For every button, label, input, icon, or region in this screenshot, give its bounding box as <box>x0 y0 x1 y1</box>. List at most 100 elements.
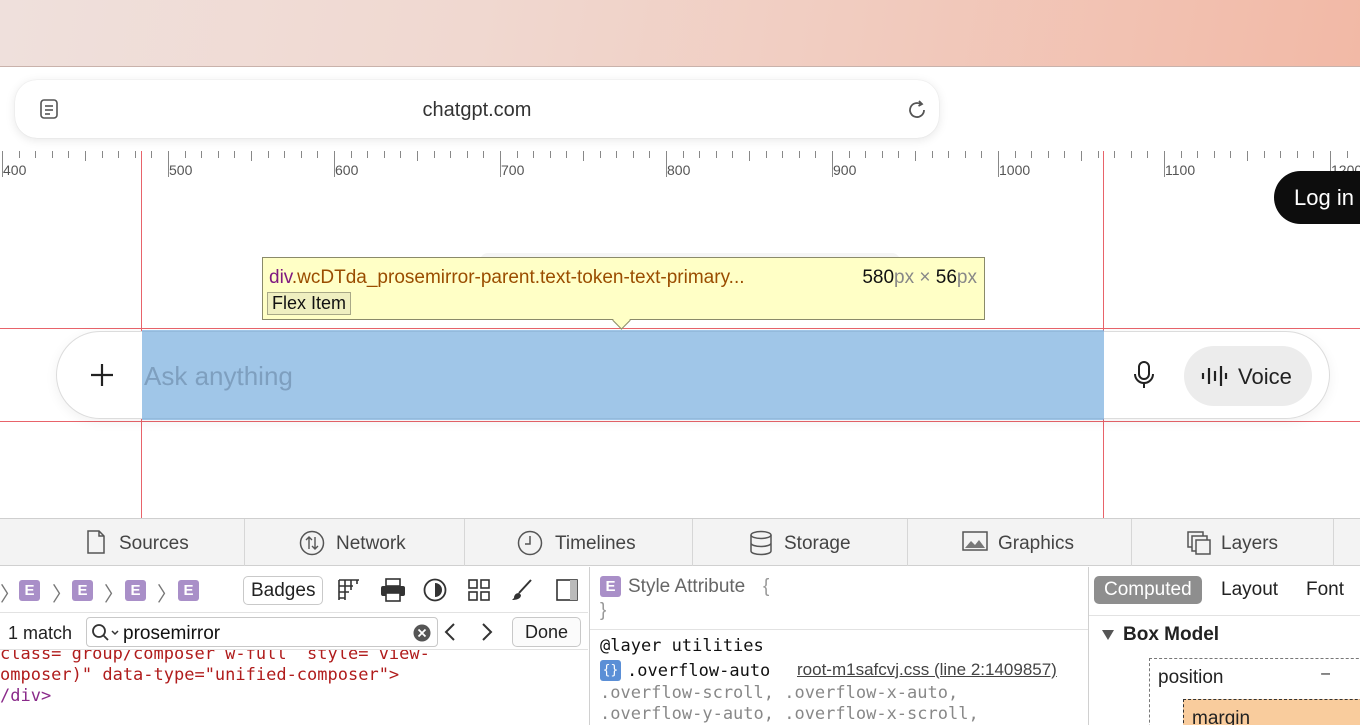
dom-tree[interactable]: class= group/composer w-full style= view… <box>0 650 588 725</box>
dom-search-bar: 1 match prosemirror Done <box>0 614 588 650</box>
clock-icon <box>517 530 543 556</box>
image-icon <box>962 531 988 551</box>
search-input[interactable]: prosemirror <box>86 617 438 647</box>
ruler-tick <box>517 151 518 158</box>
element-badge[interactable]: E <box>125 580 146 601</box>
ruler-tick <box>301 151 302 158</box>
computed-sidebar: Computed Layout Font Box Model position … <box>1088 567 1360 725</box>
sidebar-toggle-icon[interactable] <box>555 578 579 602</box>
ruler-tick <box>185 151 186 158</box>
grid-layout-icon[interactable] <box>337 578 361 602</box>
style-attribute-label: Style Attribute <box>628 576 746 597</box>
brush-icon[interactable] <box>510 578 534 602</box>
ruler-tick <box>649 151 650 158</box>
ruler-tick <box>151 151 152 158</box>
badges-button[interactable]: Badges <box>243 576 324 605</box>
breadcrumb-separator: 〉 <box>157 584 177 606</box>
element-badge[interactable]: E <box>19 580 40 601</box>
ruler-tick <box>483 151 484 158</box>
tab-layers[interactable]: Layers <box>1132 519 1334 566</box>
microphone-icon[interactable] <box>1132 359 1156 391</box>
element-badge[interactable]: E <box>72 580 93 601</box>
rule-origin-icon: {} <box>600 660 621 681</box>
ruler-tick <box>384 151 385 158</box>
horizontal-ruler: 400 500 600 700 800 900 1000 1100 1200 <box>0 151 1360 179</box>
print-icon[interactable] <box>380 578 406 602</box>
stylesheet-link[interactable]: root-m1safcvj.css (line 2:1409857) <box>797 660 1057 680</box>
document-icon <box>87 530 105 554</box>
divider <box>590 629 1088 630</box>
ruler-tick <box>882 151 883 158</box>
address-bar[interactable]: chatgpt.com <box>15 80 939 138</box>
ruler-tick <box>417 151 418 161</box>
ruler-tick <box>1181 151 1182 158</box>
voice-button[interactable]: Voice <box>1184 346 1312 406</box>
margin-label: margin <box>1192 708 1251 725</box>
tab-timelines[interactable]: Timelines <box>465 519 693 566</box>
ruler-tick <box>251 151 252 161</box>
tab-layout[interactable]: Layout <box>1211 576 1288 604</box>
ruler-tick <box>533 151 534 158</box>
ruler-tick <box>815 151 816 158</box>
ruler-tick <box>102 151 103 158</box>
url-text[interactable]: chatgpt.com <box>15 99 939 122</box>
ruler-tick <box>118 151 119 158</box>
done-button[interactable]: Done <box>512 617 581 647</box>
appearance-icon[interactable] <box>423 578 447 602</box>
grid-overlay-icon[interactable] <box>467 578 491 602</box>
tab-network[interactable]: Network <box>245 519 465 566</box>
ruler-tick <box>1297 151 1298 158</box>
reload-icon[interactable] <box>905 98 929 122</box>
tab-sources[interactable]: Sources <box>28 519 245 566</box>
ruler-tick <box>932 151 933 158</box>
tab-graphics-label: Graphics <box>998 533 1075 554</box>
clear-search-icon[interactable] <box>413 624 431 642</box>
ruler-tick <box>284 151 285 158</box>
tab-network-label: Network <box>336 533 406 554</box>
ruler-tick <box>1048 151 1049 158</box>
ruler-tick <box>1280 151 1281 158</box>
element-badge[interactable]: E <box>178 580 199 601</box>
ruler-tick <box>1264 151 1265 158</box>
previous-match-icon[interactable] <box>441 621 461 643</box>
selector-line: .overflow-scroll, .overflow-x-auto, <box>600 683 959 703</box>
ruler-tick <box>1031 151 1032 158</box>
ruler-tick <box>766 151 767 158</box>
prompt-input[interactable]: Ask anything <box>144 361 293 392</box>
ruler-tick <box>317 151 318 158</box>
login-button[interactable]: Log in <box>1274 171 1360 224</box>
ruler-tick <box>865 151 866 158</box>
selector-line: .overflow-y-auto, .overflow-x-scroll, <box>600 704 979 724</box>
plus-icon[interactable] <box>88 361 116 389</box>
ruler-tick <box>35 151 36 158</box>
ruler-tick <box>85 151 86 161</box>
styles-panel: E Style Attribute { } @layer utilities {… <box>589 567 1088 725</box>
tab-graphics[interactable]: Graphics <box>908 519 1132 566</box>
search-icon[interactable] <box>91 623 121 643</box>
inspector-tooltip: div.wcDTda_prosemirror-parent.text-token… <box>262 257 985 320</box>
code-line: class= group/composer w-full style= view… <box>0 650 430 664</box>
tab-storage[interactable]: Storage <box>693 519 908 566</box>
tab-font[interactable]: Font <box>1296 576 1354 604</box>
layer-rule: @layer utilities <box>600 636 764 656</box>
tab-sources-label: Sources <box>119 533 189 554</box>
voice-label: Voice <box>1238 364 1292 389</box>
tooltip-selector: div.wcDTda_prosemirror-parent.text-token… <box>269 267 745 288</box>
tab-computed[interactable]: Computed <box>1094 576 1202 604</box>
network-icon <box>299 530 325 556</box>
match-count: 1 match <box>8 623 73 643</box>
next-match-icon[interactable] <box>476 621 496 643</box>
ruler-tick <box>600 151 601 158</box>
devtools-tab-bar: Sources Network Timelines Storage Graphi… <box>0 519 1360 566</box>
database-icon <box>750 530 772 556</box>
search-query: prosemirror <box>123 623 221 644</box>
ruler-label: 1100 <box>1165 162 1196 178</box>
ruler-tick <box>218 151 219 158</box>
disclosure-triangle-icon[interactable] <box>1101 629 1115 641</box>
ruler-label: 400 <box>3 162 27 178</box>
position-label: position <box>1158 667 1224 688</box>
guide-line-bottom <box>0 421 1360 422</box>
ruler-label: 1000 <box>999 162 1031 178</box>
ruler-label: 500 <box>169 162 193 178</box>
ruler-label: 600 <box>335 162 359 178</box>
